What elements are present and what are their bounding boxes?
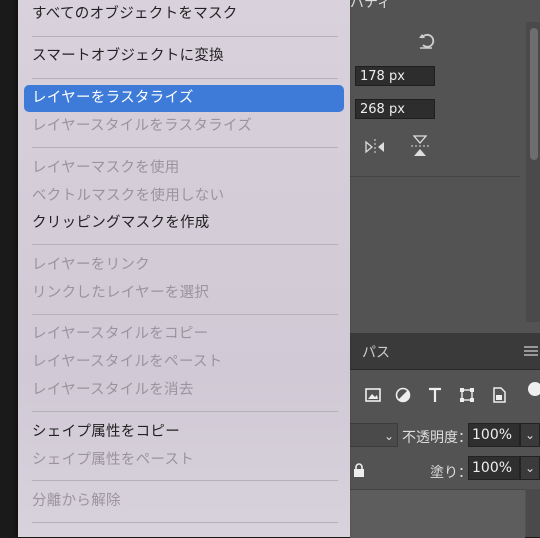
blend-mode-select[interactable]: ⌄ <box>350 423 398 447</box>
menu-separator <box>32 411 338 412</box>
menu-item-select-linked-layers: リンクしたレイヤーを選択 <box>32 285 210 301</box>
menu-item-copy-shape-attributes[interactable]: シェイプ属性をコピー <box>24 419 344 446</box>
menu-item-paste-layer-style: レイヤースタイルをペースト <box>32 354 223 370</box>
menu-separator <box>32 147 338 148</box>
fill-input[interactable]: 100% <box>468 456 520 480</box>
opacity-row: ⌄ 不透明度： 100% ⌄ <box>350 422 540 450</box>
fill-row: 塗り： 100% ⌄ <box>350 456 540 484</box>
menu-item-paste-shape-attributes: シェイプ属性をペースト <box>32 452 195 468</box>
layers-scrollbar[interactable] <box>526 489 540 537</box>
chevron-down-icon: ⌄ <box>384 429 395 443</box>
menu-item-create-clipping-mask[interactable]: クリッピングマスクを作成 <box>24 210 344 237</box>
properties-panel-title: パティ <box>350 0 392 11</box>
menu-separator <box>32 36 338 37</box>
menu-separator <box>32 244 338 245</box>
fill-label: 塗り： <box>430 465 472 481</box>
menu-item-convert-to-smart-object[interactable]: スマートオブジェクトに変換 <box>24 43 344 70</box>
menu-item-copy-layer-style: レイヤースタイルをコピー <box>32 326 209 342</box>
menu-item-clear-layer-style: レイヤースタイルを消去 <box>32 382 194 398</box>
flip-horizontal-icon[interactable] <box>364 138 386 156</box>
context-menu: すべてのオブジェクトをマスク スマートオブジェクトに変換 レイヤーをラスタライズ… <box>18 0 350 537</box>
filter-toggle[interactable] <box>528 382 540 396</box>
layers-list[interactable] <box>350 489 525 538</box>
panel-menu-icon[interactable] <box>524 345 538 357</box>
lock-icon[interactable] <box>352 463 366 477</box>
properties-scroll-thumb[interactable] <box>530 28 538 160</box>
menu-separator <box>32 78 338 79</box>
reset-icon[interactable] <box>416 30 436 50</box>
image-filter-icon[interactable] <box>364 386 382 404</box>
opacity-label: 不透明度： <box>402 430 472 446</box>
opacity-input[interactable]: 100% <box>468 423 520 447</box>
layer-filter-row <box>350 370 540 422</box>
menu-item-link-layers: レイヤーをリンク <box>32 257 150 273</box>
panel-divider <box>350 176 520 177</box>
tab-paths[interactable]: パス <box>362 342 390 362</box>
smart-object-filter-icon[interactable] <box>490 386 508 404</box>
type-filter-icon[interactable] <box>426 386 444 404</box>
menu-item-release-from-isolation: 分離から解除 <box>32 493 121 509</box>
menu-item-rasterize-layer[interactable]: レイヤーをラスタライズ <box>24 85 344 112</box>
fill-dropdown-button[interactable]: ⌄ <box>520 456 540 480</box>
menu-separator <box>32 480 338 481</box>
menu-separator <box>32 522 338 523</box>
layers-tab-bar: パス <box>350 333 540 370</box>
width-field[interactable]: 178 px <box>355 66 435 86</box>
flip-vertical-icon[interactable] <box>410 134 430 158</box>
menu-item-disable-vector-mask: ベクトルマスクを使用しない <box>32 188 225 204</box>
menu-item-rasterize-layer-style: レイヤースタイルをラスタライズ <box>32 118 253 134</box>
menu-item-enable-layer-mask: レイヤーマスクを使用 <box>32 160 180 176</box>
opacity-dropdown-button[interactable]: ⌄ <box>520 423 540 447</box>
properties-and-layers-panels: パティ 178 px 268 px パス ⌄ 不透明度： 100% ⌄ 塗り： … <box>350 0 540 538</box>
menu-separator <box>32 314 338 315</box>
adjustment-filter-icon[interactable] <box>394 386 412 404</box>
height-field[interactable]: 268 px <box>355 99 435 119</box>
shape-filter-icon[interactable] <box>458 386 476 404</box>
menu-item-mask-all-objects[interactable]: すべてのオブジェクトをマスク <box>24 1 344 28</box>
